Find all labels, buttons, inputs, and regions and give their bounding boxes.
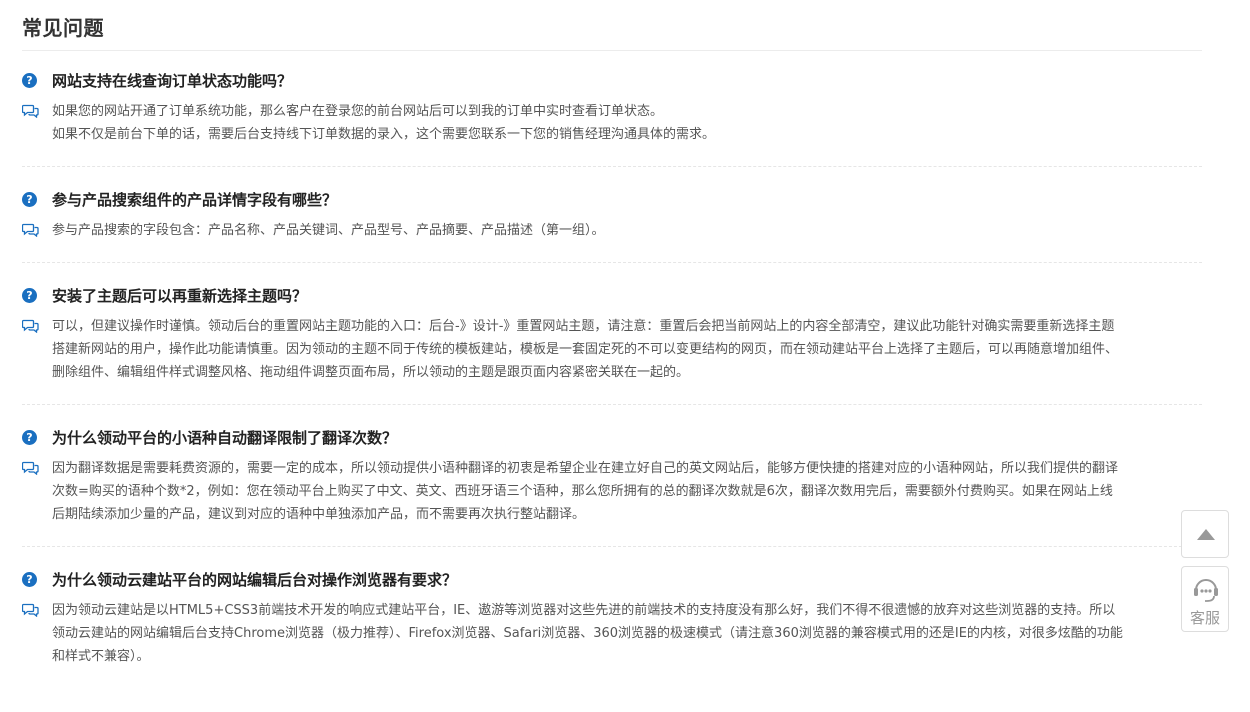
faq-question[interactable]: 为什么领动平台的小语种自动翻译限制了翻译次数？ [52, 429, 397, 447]
faq-question[interactable]: 网站支持在线查询订单状态功能吗？ [52, 72, 292, 90]
question-circle-icon: ? [22, 430, 37, 445]
faq-answer-line: 搭建新网站的用户，操作此功能请慎重。因为领动的主题不同于传统的模板建站，模板是一… [52, 342, 1119, 357]
faq-item: ? 参与产品搜索组件的产品详情字段有哪些？ 参与产品搜索的字段包含：产品名称、产… [22, 187, 1202, 263]
faq-question[interactable]: 安装了主题后可以再重新选择主题吗？ [52, 287, 307, 305]
question-circle-icon: ? [22, 192, 37, 207]
faq-answer: 因为领动云建站是以HTML5+CSS3前端技术开发的响应式建站平台，IE、遨游等… [22, 599, 1202, 668]
triangle-up-icon [1197, 529, 1215, 540]
faq-answer-line: 可以，但建议操作时谨慎。领动后台的重置网站主题功能的入口：后台-》设计-》重置网… [52, 319, 1115, 334]
faq-question-row[interactable]: ? 安装了主题后可以再重新选择主题吗？ [22, 283, 1202, 309]
faq-answer-line: 次数=购买的语种个数*2，例如：您在领动平台上购买了中文、英文、西班牙语三个语种… [52, 484, 1113, 499]
speech-bubbles-icon [22, 319, 39, 333]
faq-answer: 因为翻译数据是需要耗费资源的，需要一定的成本，所以领动提供小语种翻译的初衷是希望… [22, 457, 1202, 526]
faq-question[interactable]: 参与产品搜索组件的产品详情字段有哪些？ [52, 191, 337, 209]
question-circle-icon: ? [22, 288, 37, 303]
faq-answer-text: 可以，但建议操作时谨慎。领动后台的重置网站主题功能的入口：后台-》设计-》重置网… [52, 315, 1202, 384]
back-to-top-button[interactable] [1181, 510, 1229, 558]
headset-chat-icon [1194, 579, 1218, 602]
customer-service-label: 客服 [1189, 609, 1220, 627]
faq-answer-line: 参与产品搜索的字段包含：产品名称、产品关键词、产品型号、产品摘要、产品描述（第一… [52, 223, 605, 238]
faq-answer-line: 和样式不兼容）。 [52, 649, 150, 664]
faq-item: ? 网站支持在线查询订单状态功能吗？ 如果您的网站开通了订单系统功能，那么客户在… [22, 68, 1202, 167]
faq-item: ? 为什么领动平台的小语种自动翻译限制了翻译次数？ 因为翻译数据是需要耗费资源的… [22, 425, 1202, 547]
page-title: 常见问题 [22, 16, 104, 40]
speech-bubbles-icon [22, 104, 39, 118]
faq-question-row[interactable]: ? 为什么领动平台的小语种自动翻译限制了翻译次数？ [22, 425, 1202, 451]
faq-question-row[interactable]: ? 网站支持在线查询订单状态功能吗？ [22, 68, 1202, 94]
faq-answer: 如果您的网站开通了订单系统功能，那么客户在登录您的前台网站后可以到我的订单中实时… [22, 100, 1202, 146]
faq-answer-text: 因为翻译数据是需要耗费资源的，需要一定的成本，所以领动提供小语种翻译的初衷是希望… [52, 457, 1202, 526]
title-divider [22, 50, 1202, 51]
speech-bubbles-icon [22, 223, 39, 237]
faq-question[interactable]: 为什么领动云建站平台的网站编辑后台对操作浏览器有要求？ [52, 571, 457, 589]
faq-answer-text: 参与产品搜索的字段包含：产品名称、产品关键词、产品型号、产品摘要、产品描述（第一… [52, 219, 1202, 242]
customer-service-button[interactable]: 客服 [1181, 566, 1229, 632]
faq-answer-line: 因为领动云建站是以HTML5+CSS3前端技术开发的响应式建站平台，IE、遨游等… [52, 603, 1116, 618]
faq-answer-line: 后期陆续添加少量的产品，建议到对应的语种中单独添加产品，而不需要再次执行整站翻译… [52, 507, 586, 522]
speech-bubbles-icon [22, 461, 39, 475]
faq-question-row[interactable]: ? 参与产品搜索组件的产品详情字段有哪些？ [22, 187, 1202, 213]
faq-question-row[interactable]: ? 为什么领动云建站平台的网站编辑后台对操作浏览器有要求？ [22, 567, 1202, 593]
faq-item: ? 为什么领动云建站平台的网站编辑后台对操作浏览器有要求？ 因为领动云建站是以H… [22, 567, 1202, 688]
faq-answer-text: 如果您的网站开通了订单系统功能，那么客户在登录您的前台网站后可以到我的订单中实时… [52, 100, 1202, 146]
faq-answer: 参与产品搜索的字段包含：产品名称、产品关键词、产品型号、产品摘要、产品描述（第一… [22, 219, 1202, 242]
faq-answer-line: 如果您的网站开通了订单系统功能，那么客户在登录您的前台网站后可以到我的订单中实时… [52, 104, 664, 119]
faq-answer-line: 如果不仅是前台下单的话，需要后台支持线下订单数据的录入，这个需要您联系一下您的销… [52, 127, 716, 142]
faq-answer-line: 因为翻译数据是需要耗费资源的，需要一定的成本，所以领动提供小语种翻译的初衷是希望… [52, 461, 1119, 476]
faq-answer-line: 领动云建站的网站编辑后台支持Chrome浏览器（极力推荐）、Firefox浏览器… [52, 626, 1123, 641]
faq-page: 常见问题 ? 网站支持在线查询订单状态功能吗？ 如果您的网站开通了订单系统功能，… [0, 0, 1250, 712]
speech-bubbles-icon [22, 603, 39, 617]
faq-list: ? 网站支持在线查询订单状态功能吗？ 如果您的网站开通了订单系统功能，那么客户在… [22, 68, 1202, 688]
faq-answer-line: 删除组件、编辑组件样式调整风格、拖动组件调整页面布局，所以领动的主题是跟页面内容… [52, 365, 690, 380]
question-circle-icon: ? [22, 572, 37, 587]
faq-answer-text: 因为领动云建站是以HTML5+CSS3前端技术开发的响应式建站平台，IE、遨游等… [52, 599, 1202, 668]
faq-item: ? 安装了主题后可以再重新选择主题吗？ 可以，但建议操作时谨慎。领动后台的重置网… [22, 283, 1202, 405]
question-circle-icon: ? [22, 73, 37, 88]
faq-answer: 可以，但建议操作时谨慎。领动后台的重置网站主题功能的入口：后台-》设计-》重置网… [22, 315, 1202, 384]
